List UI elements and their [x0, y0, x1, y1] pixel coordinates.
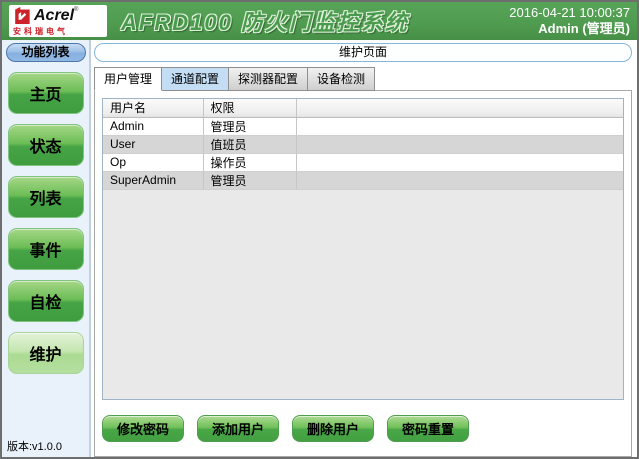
sidebar-header: 功能列表	[6, 43, 86, 62]
cell-permission[interactable]: 管理员	[203, 117, 296, 135]
tab-channel-config[interactable]: 通道配置	[162, 67, 229, 91]
sidebar-item-events[interactable]: 事件	[8, 228, 84, 270]
table-header-row: 用户名 权限	[103, 99, 623, 117]
user-list-panel: 用户名 权限 Admin 管理员	[102, 98, 624, 400]
tab-detector-config[interactable]: 探测器配置	[229, 67, 308, 91]
table-row[interactable]: SuperAdmin 管理员	[103, 171, 623, 189]
registered-mark: ®	[74, 7, 78, 13]
cell-permission[interactable]: 值班员	[203, 135, 296, 153]
header-bar: Acrel® 安科瑞电气 AFRD100 防火门监控系统 2016-04-21 …	[2, 2, 637, 40]
acrel-logo: Acrel® 安科瑞电气	[9, 5, 107, 37]
delete-user-button[interactable]: 删除用户	[292, 415, 374, 442]
main-area: 维护页面 用户管理 通道配置 探测器配置 设备检测 用户名 权限	[91, 40, 637, 457]
tab-bar: 用户管理 通道配置 探测器配置 设备检测	[94, 67, 632, 91]
table-row[interactable]: Admin 管理员	[103, 117, 623, 135]
app-window: Acrel® 安科瑞电气 AFRD100 防火门监控系统 2016-04-21 …	[0, 0, 639, 459]
table-row[interactable]: User 值班员	[103, 135, 623, 153]
sidebar: 功能列表 主页 状态 列表 事件 自检 维护 版本:v1.0.0	[2, 40, 91, 457]
tab-user-management[interactable]: 用户管理	[94, 67, 162, 91]
acrel-logo-icon	[13, 7, 31, 24]
cell-permission[interactable]: 操作员	[203, 153, 296, 171]
sidebar-item-selfcheck[interactable]: 自检	[8, 280, 84, 322]
sidebar-item-maintenance[interactable]: 维护	[8, 332, 84, 374]
cell-username[interactable]: Op	[103, 153, 203, 171]
column-header-permission[interactable]: 权限	[203, 99, 296, 117]
sidebar-item-status[interactable]: 状态	[8, 124, 84, 166]
cell-username[interactable]: Admin	[103, 117, 203, 135]
change-password-button[interactable]: 修改密码	[102, 415, 184, 442]
app-title: AFRD100 防火门监控系统	[121, 5, 409, 37]
column-header-blank	[296, 99, 623, 117]
brand-subtext: 安科瑞电气	[13, 26, 103, 37]
reset-password-button[interactable]: 密码重置	[387, 415, 469, 442]
datetime-text: 2016-04-21 10:00:37	[509, 5, 630, 21]
sidebar-item-list[interactable]: 列表	[8, 176, 84, 218]
version-label: 版本:v1.0.0	[7, 438, 62, 454]
action-button-row: 修改密码 添加用户 删除用户 密码重置	[102, 415, 624, 442]
tab-device-detection[interactable]: 设备检测	[308, 67, 375, 91]
page-title: 维护页面	[94, 43, 632, 62]
table-row[interactable]: Op 操作员	[103, 153, 623, 171]
cell-username[interactable]: User	[103, 135, 203, 153]
brand-text: Acrel	[34, 7, 74, 24]
sidebar-item-home[interactable]: 主页	[8, 72, 84, 114]
user-table: 用户名 权限 Admin 管理员	[103, 99, 623, 190]
cell-username[interactable]: SuperAdmin	[103, 171, 203, 189]
column-header-username[interactable]: 用户名	[103, 99, 203, 117]
logged-in-user: Admin (管理员)	[509, 21, 630, 37]
add-user-button[interactable]: 添加用户	[197, 415, 279, 442]
cell-permission[interactable]: 管理员	[203, 171, 296, 189]
user-management-panel: 用户名 权限 Admin 管理员	[94, 90, 632, 457]
